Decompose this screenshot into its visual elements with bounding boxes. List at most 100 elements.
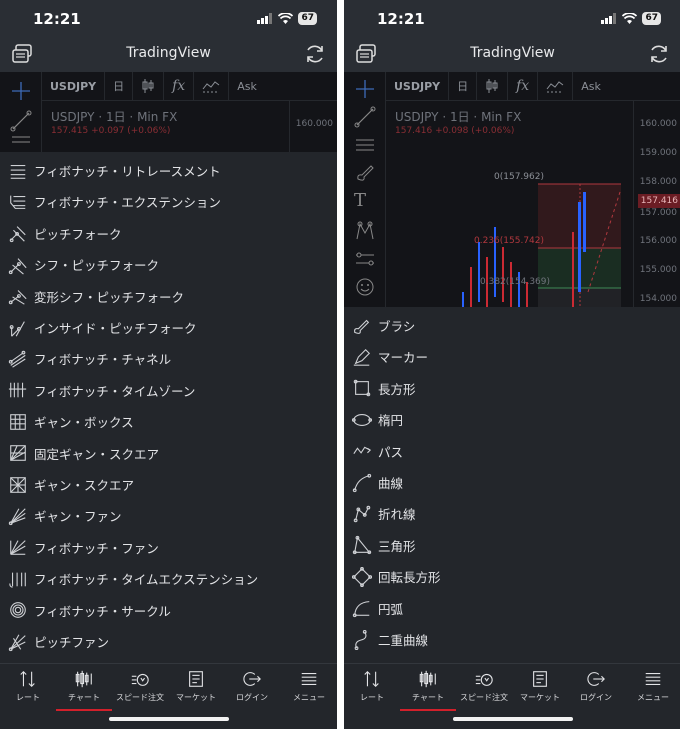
legend-symbol: USDJPY xyxy=(51,110,95,124)
trend-line-icon[interactable] xyxy=(10,110,32,132)
price-label: 157.000 xyxy=(639,208,677,218)
pattern-tool-icon[interactable] xyxy=(354,220,376,242)
curve-icon xyxy=(351,472,373,494)
crosshair-icon[interactable] xyxy=(354,78,376,100)
drawing-tool-item[interactable]: ピッチフォーク xyxy=(0,218,337,249)
fib-tool-icon[interactable] xyxy=(354,134,376,156)
ask-button[interactable]: Ask xyxy=(573,72,609,101)
nav-market[interactable]: マーケット xyxy=(512,668,568,703)
fib-time-extension-icon xyxy=(7,568,29,590)
drawing-tool-item[interactable]: 円弧 xyxy=(344,593,680,624)
drawing-tool-item[interactable]: 回転長方形 xyxy=(344,561,680,592)
drawing-tool-label: パス xyxy=(378,444,404,460)
candle-style-button[interactable] xyxy=(477,71,509,101)
symbol-button[interactable]: USDJPY xyxy=(42,71,106,101)
drawing-tool-item[interactable]: フィボナッチ・エクステンション xyxy=(0,186,337,217)
emoji-icon[interactable] xyxy=(354,276,376,298)
nav-label: レート xyxy=(360,693,384,702)
drawing-tool-item[interactable]: 変形シフ・ピッチフォーク xyxy=(0,281,337,312)
nav-rate[interactable]: レート xyxy=(344,668,400,703)
drawing-tool-item[interactable]: ギャン・ファン xyxy=(0,500,337,531)
candlestick-icon xyxy=(486,79,498,93)
drawing-tool-label: 楕円 xyxy=(378,413,404,429)
speed-order-icon xyxy=(456,668,512,690)
chart-legend: USDJPY · 1日 · Min FX xyxy=(51,110,178,124)
compare-button[interactable] xyxy=(194,71,230,101)
nav-login[interactable]: ログイン xyxy=(568,668,624,703)
drawing-tool-item[interactable]: ギャン・スクエア xyxy=(0,469,337,500)
drawing-tool-item[interactable]: マーカー xyxy=(344,341,680,372)
arc-icon xyxy=(351,597,373,619)
nav-login[interactable]: ログイン xyxy=(224,668,280,703)
gann-square-fixed-icon xyxy=(7,442,29,464)
fib-tool-icon[interactable] xyxy=(10,134,32,146)
drawing-tool-item[interactable]: フィボナッチ・タイムゾーン xyxy=(0,375,337,406)
indicators-button[interactable]: fx xyxy=(508,71,539,101)
drawing-tool-label: 三角形 xyxy=(378,538,416,554)
drawing-tool-item[interactable]: シフ・ピッチフォーク xyxy=(0,249,337,280)
fib-fan-icon xyxy=(7,536,29,558)
drawing-tool-item[interactable]: インサイド・ピッチフォーク xyxy=(0,312,337,343)
crosshair-icon[interactable] xyxy=(10,80,32,102)
chart-toolbar: USDJPY 日 fx Ask xyxy=(386,71,680,101)
left-screen: 12:21 67 TradingView USDJPY 日 fx Ask USD… xyxy=(0,0,337,729)
drawing-tool-item[interactable]: 曲線 xyxy=(344,467,680,498)
drawing-tool-item[interactable]: フィボナッチ・サークル xyxy=(0,595,337,626)
candle-style-button[interactable] xyxy=(133,71,165,101)
nav-chart[interactable]: チャート xyxy=(56,668,112,711)
refresh-icon[interactable] xyxy=(647,42,671,66)
ask-button[interactable]: Ask xyxy=(229,72,265,101)
app-bar: TradingView xyxy=(0,36,337,72)
fib-level-0382: 0.382(154.369) xyxy=(480,277,551,287)
compare-chart-icon xyxy=(546,81,564,93)
nav-speed-order[interactable]: スピード注文 xyxy=(456,668,512,703)
nav-market[interactable]: マーケット xyxy=(168,668,224,703)
nav-rate[interactable]: レート xyxy=(0,668,56,703)
brush-tool-icon[interactable] xyxy=(354,162,376,184)
drawing-tool-item[interactable]: 固定ギャン・スクエア xyxy=(0,438,337,469)
pitchfork-icon xyxy=(7,222,29,244)
drawing-tool-label: フィボナッチ・サークル xyxy=(34,603,171,619)
login-icon xyxy=(224,668,280,690)
prediction-tool-icon[interactable] xyxy=(354,248,376,270)
nav-chart[interactable]: チャート xyxy=(400,668,456,711)
active-tab-indicator xyxy=(400,709,456,711)
drawing-tool-item[interactable]: フィボナッチ・チャネル xyxy=(0,343,337,374)
refresh-icon[interactable] xyxy=(303,42,327,66)
drawing-tool-item[interactable]: フィボナッチ・タイムエクステンション xyxy=(0,563,337,594)
nav-label: メニュー xyxy=(293,693,325,702)
drawing-tool-item[interactable]: 折れ線 xyxy=(344,498,680,529)
drawing-tool-item[interactable]: ギャン・ボックス xyxy=(0,406,337,437)
drawing-tool-item[interactable]: 楕円 xyxy=(344,404,680,435)
drawing-tool-item[interactable]: 長方形 xyxy=(344,373,680,404)
interval-button[interactable]: 日 xyxy=(449,71,478,101)
nav-menu[interactable]: メニュー xyxy=(281,668,337,703)
text-tool-icon[interactable]: T xyxy=(354,190,366,211)
drawing-tool-label: ギャン・ファン xyxy=(34,509,122,525)
drawing-tool-item[interactable]: ピッチファン xyxy=(0,626,337,657)
compare-button[interactable] xyxy=(538,71,574,101)
drawing-tool-label: 長方形 xyxy=(378,381,416,397)
drawing-tool-item[interactable]: フィボナッチ・ファン xyxy=(0,532,337,563)
drawing-tool-item[interactable]: 三角形 xyxy=(344,530,680,561)
drawing-tool-item[interactable]: 二重曲線 xyxy=(344,624,680,655)
drawing-tool-item[interactable]: フィボナッチ・リトレースメント xyxy=(0,155,337,186)
nav-menu[interactable]: メニュー xyxy=(625,668,680,703)
interval-button[interactable]: 日 xyxy=(105,71,134,101)
drawing-tool-item[interactable]: パス xyxy=(344,436,680,467)
drawing-tool-label: フィボナッチ・タイムエクステンション xyxy=(34,572,259,588)
indicators-button[interactable]: fx xyxy=(164,71,195,101)
trend-line-icon[interactable] xyxy=(354,106,376,128)
nav-label: レート xyxy=(16,693,40,702)
nav-speed-order[interactable]: スピード注文 xyxy=(112,668,168,703)
symbol-button[interactable]: USDJPY xyxy=(386,71,450,101)
drawing-tool-label: シフ・ピッチフォーク xyxy=(34,258,160,274)
legend-ohlc: 157.415 +0.097 (+0.06%) xyxy=(51,126,171,136)
fib-retracement-icon xyxy=(7,160,29,182)
menu-icon xyxy=(625,668,680,690)
drawing-tool-item[interactable]: ブラシ xyxy=(344,310,680,341)
price-label: 160.000 xyxy=(639,119,677,129)
nav-label: マーケット xyxy=(520,693,560,702)
signal-icon xyxy=(257,13,273,24)
fib-extension-icon xyxy=(7,191,29,213)
